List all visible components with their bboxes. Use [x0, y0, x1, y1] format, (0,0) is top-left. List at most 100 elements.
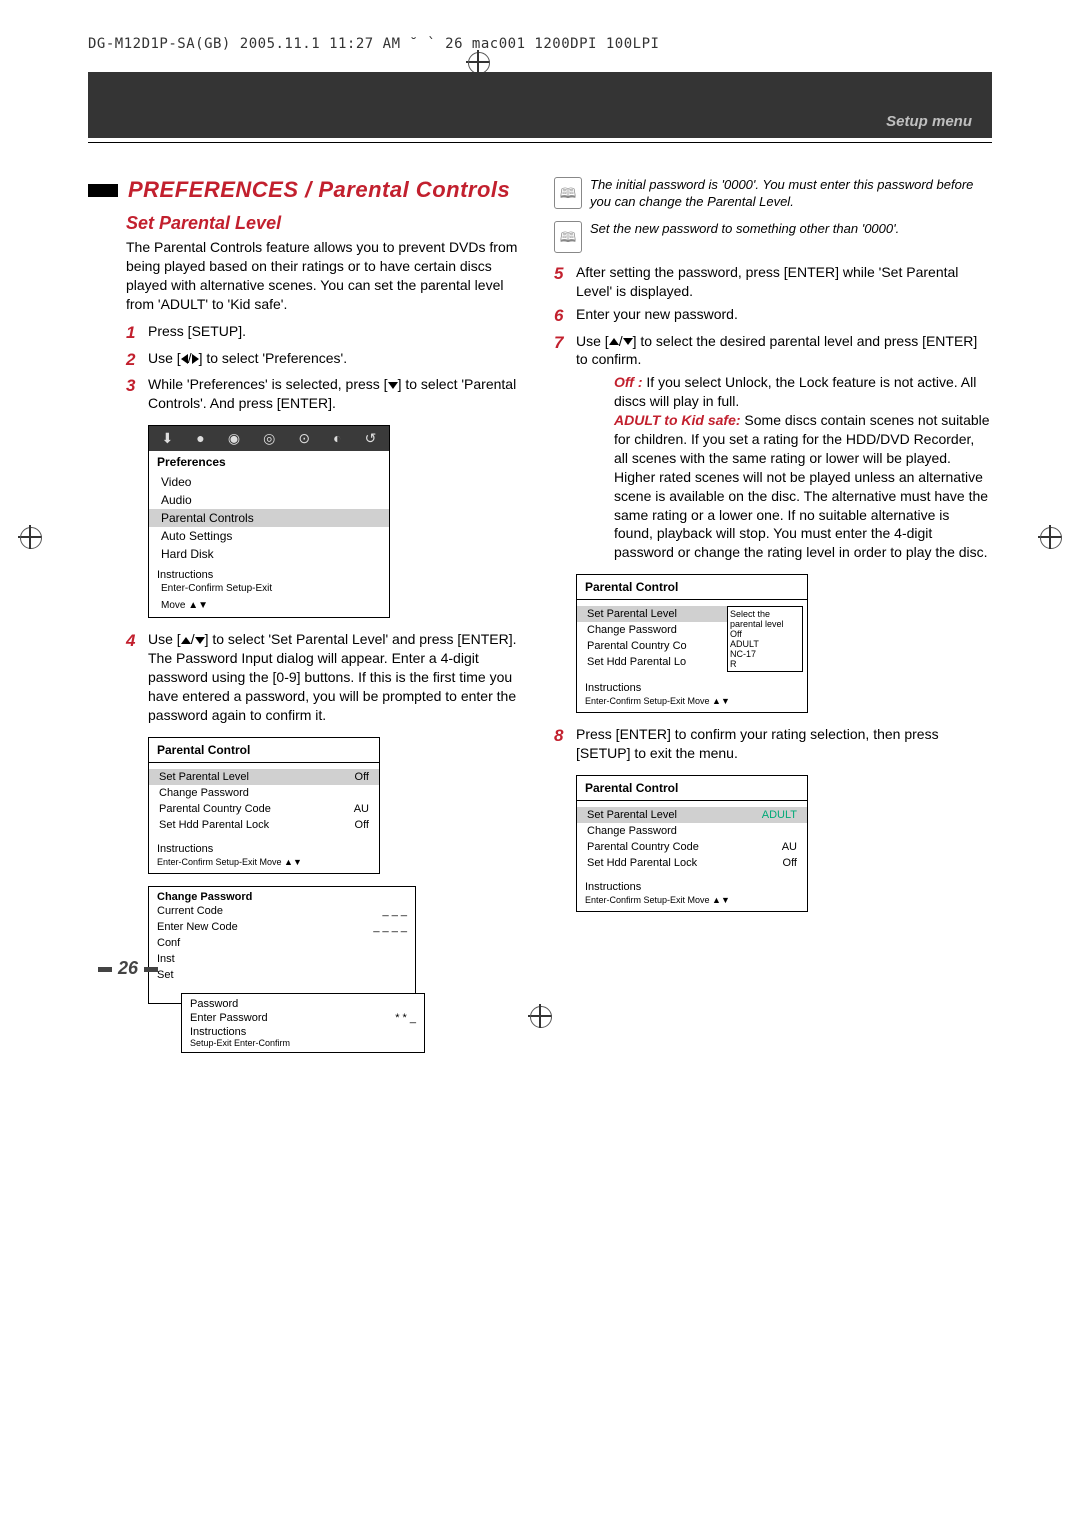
icon: ⊙ — [298, 430, 310, 447]
registration-mark — [1038, 525, 1062, 549]
change-password-panel: Change Password Current Code_ _ _ Enter … — [148, 886, 416, 1004]
code-row: Set — [157, 967, 407, 983]
osd-hint: Move ▲▼ — [149, 600, 389, 617]
icon: ◐ — [333, 430, 341, 447]
registration-mark — [18, 525, 42, 549]
popup-instructions: Instructions — [190, 1026, 416, 1038]
option-row: Set Parental LevelOff — [149, 769, 379, 785]
step-text: Press [ENTER] to confirm your rating sel… — [576, 725, 992, 763]
option-row: Set Parental LevelADULT — [577, 807, 807, 823]
icon: ◉ — [228, 430, 240, 447]
intro-text: The Parental Controls feature allows you… — [126, 238, 526, 314]
osd-hint: Enter-Confirm Setup-Exit — [149, 583, 389, 600]
up-arrow-icon — [181, 637, 191, 644]
panel-title: Parental Control — [577, 776, 807, 801]
parental-control-panel: Parental Control Set Parental LevelADULT… — [576, 775, 808, 912]
osd-instructions: Instructions — [149, 563, 389, 583]
option-row: Parental Country CodeAU — [577, 839, 807, 855]
step-number: 5 — [554, 263, 576, 301]
panel-title: Parental Control — [149, 738, 379, 763]
step-text: After setting the password, press [ENTER… — [576, 263, 992, 301]
osd-item: Hard Disk — [149, 545, 389, 563]
popup-value: * * _ — [395, 1012, 416, 1024]
left-arrow-icon — [181, 354, 188, 364]
definition-text: ADULT to Kid safe: Some discs contain sc… — [614, 411, 992, 562]
icon: ● — [196, 430, 204, 447]
right-arrow-icon — [192, 354, 199, 364]
osd-icon-bar: ⬇ ● ◉ ◎ ⊙ ◐ ↺ — [149, 426, 389, 451]
popup-label: Enter Password — [190, 1012, 268, 1024]
down-arrow-icon — [623, 338, 633, 345]
icon: ◎ — [263, 430, 275, 447]
panel-title: Change Password — [157, 891, 407, 903]
icon: ↺ — [365, 430, 377, 447]
registration-mark — [528, 1004, 552, 1028]
step-number: 2 — [126, 349, 148, 372]
note-icon: 🕮 — [554, 177, 582, 209]
option-row: Parental Country CodeAU — [149, 801, 379, 817]
panel-instructions: Instructions — [577, 877, 807, 895]
note-block: 🕮Set the new password to something other… — [554, 221, 992, 253]
step-number: 6 — [554, 305, 576, 328]
note-text: Set the new password to something other … — [590, 221, 899, 253]
step-text: Use [/] to select 'Set Parental Level' a… — [148, 630, 526, 724]
left-column: PREFERENCES / Parental Controls Set Pare… — [88, 177, 526, 1004]
down-arrow-icon — [388, 382, 398, 389]
up-arrow-icon — [609, 338, 619, 345]
option-row: Change Password — [149, 785, 379, 801]
step-number: 4 — [126, 630, 148, 724]
parental-control-panel: Parental Control Set Parental LevelOff C… — [148, 737, 380, 874]
panel-title: Parental Control — [577, 575, 807, 600]
section-label: Setup menu — [886, 113, 972, 130]
term-label: ADULT to Kid safe: — [614, 412, 744, 428]
option-row: Parental Country Co — [577, 638, 727, 654]
option-row: Set Hdd Parental Lo — [577, 654, 727, 670]
dropdown-option: ADULT — [730, 639, 800, 649]
option-row: Set Hdd Parental LockOff — [149, 817, 379, 833]
step-number: 3 — [126, 375, 148, 413]
dropdown-option: Off — [730, 629, 800, 639]
option-row: Set Hdd Parental LockOff — [577, 855, 807, 871]
sub-heading: Set Parental Level — [126, 213, 526, 234]
parental-control-panel: Parental Control Set Parental Level Chan… — [576, 574, 808, 713]
term-label: Off : — [614, 374, 646, 390]
popup-title: Password — [190, 998, 416, 1010]
print-header: DG-M12D1P-SA(GB) 2005.11.1 11:27 AM ˘ ` … — [88, 36, 659, 52]
panel-hint: Enter-Confirm Setup-Exit Move ▲▼ — [577, 895, 807, 911]
step-text: Press [SETUP]. — [148, 322, 246, 345]
code-row: Enter New Code_ _ _ _ — [157, 919, 407, 935]
step-number: 7 — [554, 332, 576, 370]
osd-title: Preferences — [149, 451, 389, 473]
page-heading: PREFERENCES / Parental Controls — [128, 177, 510, 203]
dropdown-option: R — [730, 659, 800, 669]
step-text: While 'Preferences' is selected, press [… — [148, 375, 526, 413]
popup-hint: Setup-Exit Enter-Confirm — [190, 1038, 416, 1048]
heading-marker — [88, 184, 118, 197]
panel-hint: Enter-Confirm Setup-Exit Move ▲▼ — [149, 857, 379, 873]
document-page: DG-M12D1P-SA(GB) 2005.11.1 11:27 AM ˘ ` … — [0, 0, 1080, 1528]
definition-text: Off : If you select Unlock, the Lock fea… — [614, 373, 992, 411]
dropdown-option: NC-17 — [730, 649, 800, 659]
header-band: Setup menu — [88, 72, 992, 138]
step-number: 8 — [554, 725, 576, 763]
note-icon: 🕮 — [554, 221, 582, 253]
option-row: Change Password — [577, 622, 727, 638]
step-text: Use [/] to select the desired parental l… — [576, 332, 992, 370]
step-text: Enter your new password. — [576, 305, 738, 328]
right-column: 🕮The initial password is '0000'. You mus… — [554, 177, 992, 1004]
osd-preferences-panel: ⬇●◉◎⊙◐↺ Preferences Video Audio Parental… — [148, 425, 390, 618]
note-text: The initial password is '0000'. You must… — [590, 177, 992, 211]
password-popup: Password Enter Password * * _ Instruction… — [181, 993, 425, 1053]
step-number: 1 — [126, 322, 148, 345]
note-block: 🕮The initial password is '0000'. You mus… — [554, 177, 992, 211]
step-text: Use [/] to select 'Preferences'. — [148, 349, 347, 372]
down-arrow-icon — [195, 637, 205, 644]
dropdown-popup: Select theparental level Off ADULT NC-17… — [727, 606, 803, 672]
osd-item: Auto Settings — [149, 527, 389, 545]
panel-instructions: Instructions — [577, 678, 807, 696]
code-row: Conf — [157, 935, 407, 951]
panel-hint: Enter-Confirm Setup-Exit Move ▲▼ — [577, 696, 807, 712]
option-row: Set Parental Level — [577, 606, 727, 622]
rec-icon: ⬇ — [162, 430, 174, 447]
osd-item: Audio — [149, 491, 389, 509]
